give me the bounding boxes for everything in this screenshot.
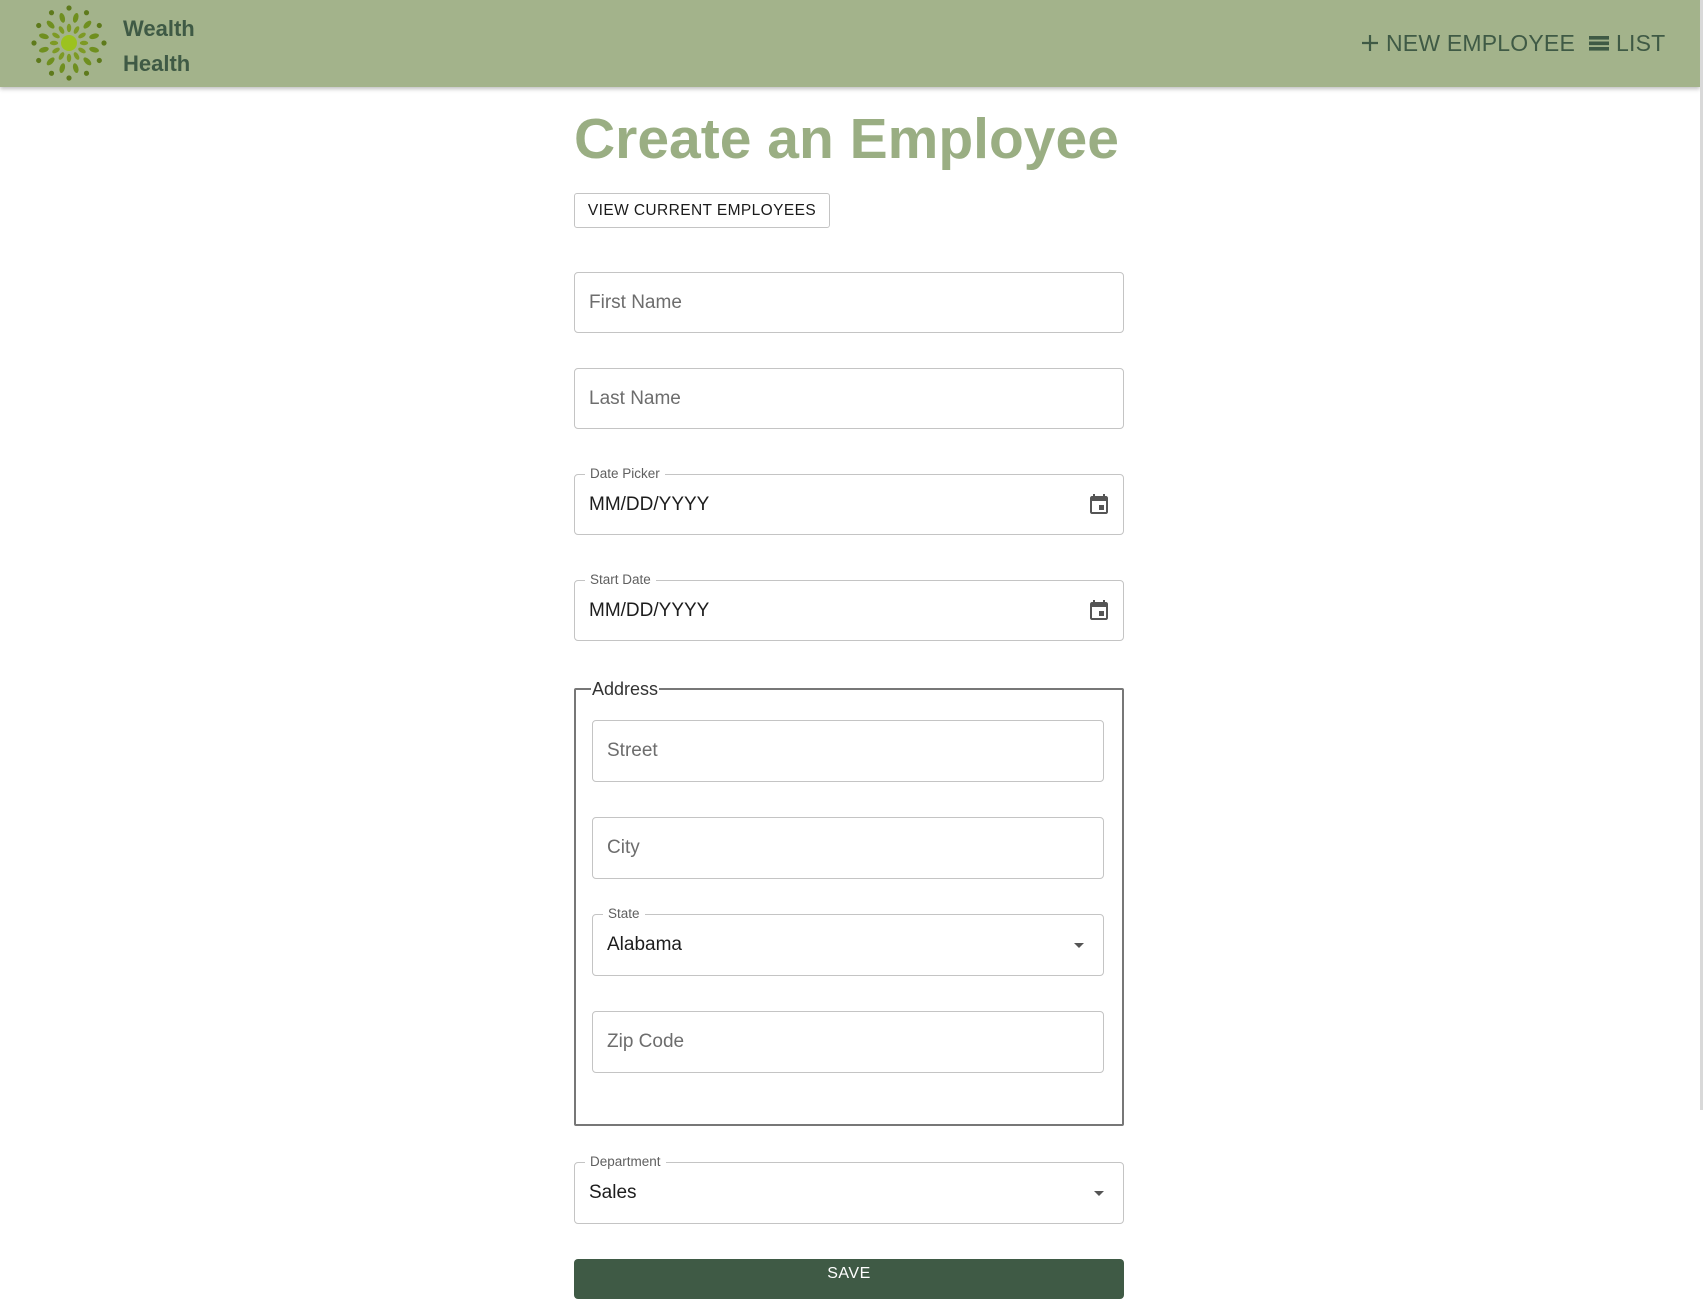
zip-code-input[interactable] [607,1012,1089,1072]
street-field [592,720,1104,782]
start-date-input[interactable]: MM/DD/YYYY [589,581,709,640]
caret-down-icon[interactable] [1067,933,1091,957]
calendar-icon[interactable] [1087,493,1111,517]
caret-down-icon[interactable] [1087,1181,1111,1205]
list-icon [1589,36,1609,51]
first-name-input[interactable] [589,273,1109,332]
brand-line-2: Health [123,51,191,76]
view-current-employees-button[interactable]: VIEW CURRENT EMPLOYEES [574,193,830,228]
nav-list-label: LIST [1616,29,1666,56]
date-of-birth-field: Date Picker MM/DD/YYYY [574,465,1124,535]
last-name-input[interactable] [589,369,1109,428]
department-value: Sales [589,1182,637,1203]
zip-code-field [592,1011,1104,1073]
street-input[interactable] [607,721,1089,781]
nav-list[interactable]: LIST [1588,26,1665,60]
brand-line-1: Wealth [123,16,195,41]
start-date-field: Start Date MM/DD/YYYY [574,571,1124,641]
page-title: Create an Employee [574,107,1119,171]
city-input[interactable] [607,818,1089,878]
nav-new-employee[interactable]: NEW EMPLOYEE [1360,26,1575,60]
top-navbar: Wealth Health NEW EMPLOYEE LIST [0,0,1700,87]
first-name-field [574,272,1124,333]
state-value: Alabama [607,934,682,955]
date-of-birth-input[interactable]: MM/DD/YYYY [589,475,709,534]
plus-icon [1362,35,1378,51]
brand-name[interactable]: Wealth Health [123,11,195,81]
wealth-health-logo[interactable] [30,4,108,82]
save-button[interactable]: SAVE [574,1259,1124,1299]
state-select[interactable]: State Alabama [592,905,1104,976]
address-legend: Address [591,678,660,700]
city-field [592,817,1104,879]
last-name-field [574,368,1124,429]
department-select[interactable]: Department Sales [574,1153,1124,1224]
calendar-icon[interactable] [1087,599,1111,623]
nav-new-employee-label: NEW EMPLOYEE [1386,29,1575,56]
